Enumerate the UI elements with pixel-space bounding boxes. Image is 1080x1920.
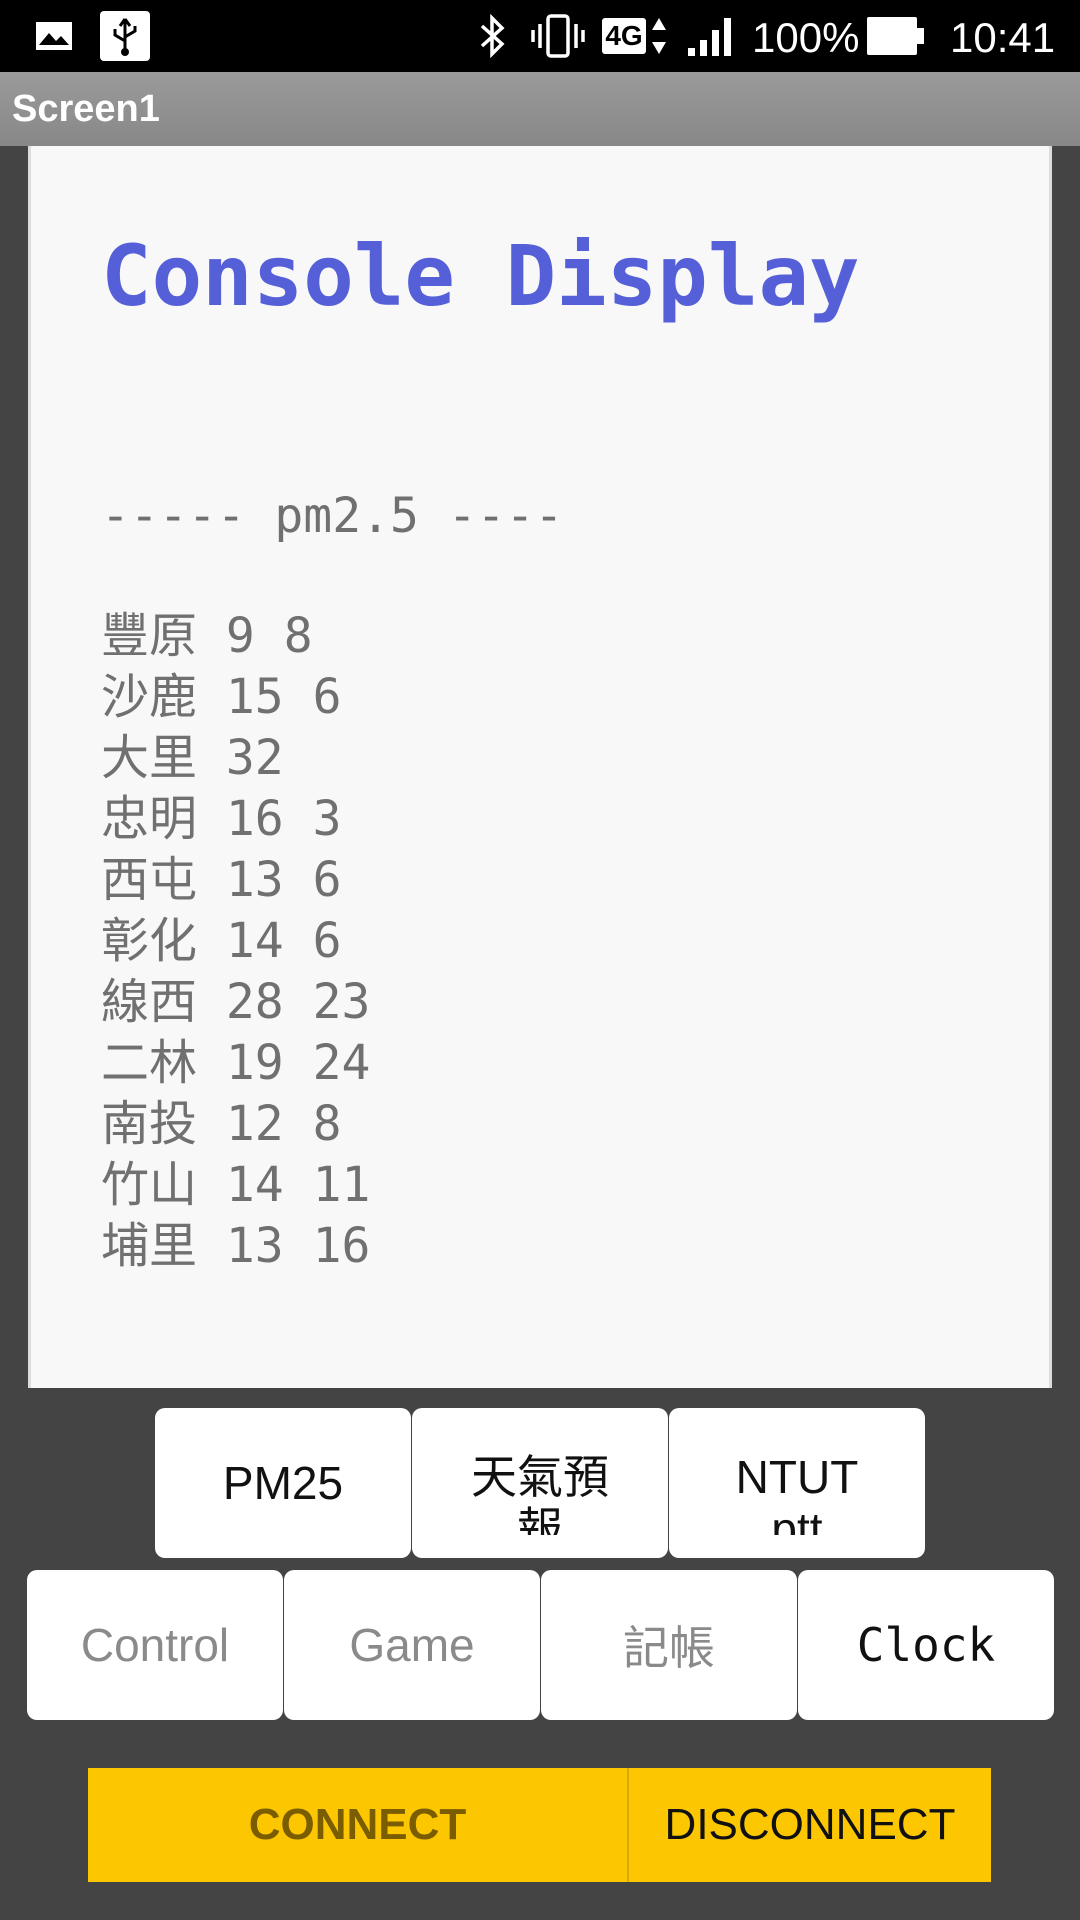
pm25-button-label: PM25	[222, 1457, 344, 1509]
weather-forecast-button[interactable]: 天氣預報	[412, 1408, 668, 1558]
station-row: 南投 12 8	[101, 1096, 342, 1152]
disconnect-button-label: DISCONNECT	[664, 1800, 956, 1849]
status-bar: 4G 100% 10:41	[0, 0, 1080, 72]
screen-title: Screen1	[12, 88, 160, 130]
ledger-button[interactable]: 記帳	[541, 1570, 797, 1720]
station-row: 線西 28 23	[101, 974, 371, 1030]
ledger-button-label: 記帳	[623, 1622, 715, 1674]
vibrate-icon	[530, 0, 586, 72]
station-row: 竹山 14 11	[101, 1157, 371, 1213]
game-button-label: Game	[349, 1619, 475, 1671]
disconnect-button[interactable]: DISCONNECT	[629, 1768, 991, 1882]
clock-button[interactable]: Clock	[798, 1570, 1054, 1720]
console-title: Console Display	[101, 227, 860, 325]
control-button-label: Control	[80, 1619, 230, 1671]
weather-forecast-button-label: 天氣預報	[471, 1451, 609, 1535]
connect-button-label: CONNECT	[248, 1800, 467, 1849]
usb-icon	[100, 0, 150, 72]
ntut-ptt-button[interactable]: NTUT ptt	[669, 1408, 925, 1558]
clock-time: 10:41	[950, 14, 1056, 61]
bluetooth-icon	[476, 0, 510, 72]
signal-icon	[686, 0, 736, 72]
console-panel: Console Display ----- pm2.5 ---- 豐原 9 8 …	[28, 146, 1052, 1388]
gallery-icon	[34, 0, 74, 72]
station-list: 豐原 9 8 沙鹿 15 6 大里 32 忠明 16 3 西屯 13 6 彰化 …	[101, 606, 370, 1277]
station-row: 沙鹿 15 6	[101, 669, 342, 725]
control-button[interactable]: Control	[27, 1570, 283, 1720]
lte-icon: 4G	[602, 0, 668, 72]
station-row: 西屯 13 6	[101, 852, 342, 908]
station-row: 豐原 9 8	[101, 608, 313, 664]
connect-button[interactable]: CONNECT	[88, 1768, 627, 1882]
battery-icon	[866, 0, 926, 72]
network-label: 4G	[602, 18, 646, 54]
station-row: 二林 19 24	[101, 1035, 371, 1091]
clock-button-label: Clock	[856, 1618, 996, 1672]
station-row: 大里 32	[101, 730, 284, 786]
station-row: 忠明 16 3	[101, 791, 342, 847]
pm25-button[interactable]: PM25	[155, 1408, 411, 1558]
station-row: 埔里 13 16	[101, 1218, 371, 1274]
ntut-ptt-button-label: NTUT ptt	[735, 1451, 859, 1535]
console-heading: ----- pm2.5 ----	[101, 488, 564, 544]
station-row: 彰化 14 6	[101, 913, 342, 969]
game-button[interactable]: Game	[284, 1570, 540, 1720]
battery-percent: 100%	[752, 14, 860, 61]
title-bar: Screen1	[0, 72, 1080, 146]
